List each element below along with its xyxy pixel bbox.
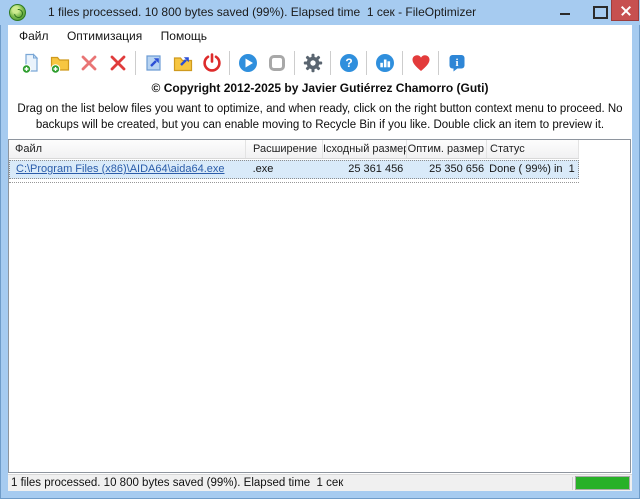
column-header-status[interactable]: Статус: [487, 140, 579, 158]
options-gear-icon: [303, 53, 322, 72]
cell-optimized-size: 25 350 656: [429, 163, 485, 175]
row-divider: [9, 182, 579, 183]
about-button[interactable]: i: [442, 49, 471, 76]
add-folder-icon: [50, 56, 69, 74]
about-info-icon: i: [449, 54, 464, 71]
cell-status: Done ( 99%) in 1: [489, 163, 575, 175]
open-folder-icon: [173, 56, 192, 71]
add-folder-button[interactable]: [45, 49, 74, 76]
stop-button[interactable]: [262, 49, 291, 76]
statusbar-divider: [572, 477, 573, 490]
column-header-file[interactable]: Файл: [9, 140, 246, 158]
status-text: 1 files processed. 10 800 bytes saved (9…: [11, 477, 344, 489]
close-icon[interactable]: [611, 0, 639, 21]
table-row[interactable]: C:\Program Files (x86)\AIDA64\aida64.exe…: [9, 160, 579, 179]
optimize-button[interactable]: [233, 49, 262, 76]
menu-optimization[interactable]: Оптимизация: [60, 25, 149, 43]
cell-extension: .exe: [252, 163, 274, 175]
cell-original-size: 25 361 456: [348, 163, 404, 175]
help-icon: ?: [339, 53, 358, 72]
open-folder-button[interactable]: [168, 49, 197, 76]
remove-all-icon: [110, 55, 125, 70]
toolbar-separator: [402, 50, 403, 75]
remove-entry-button[interactable]: [74, 49, 103, 76]
maximize-icon[interactable]: [588, 0, 610, 21]
column-header-original-size[interactable]: Iсходный размер: [323, 140, 407, 158]
file-list[interactable]: Файл Расширение Iсходный размер Оптим. р…: [8, 139, 631, 473]
statistics-icon: [375, 53, 394, 72]
svg-text:?: ?: [345, 56, 352, 70]
minimize-icon[interactable]: [554, 0, 576, 21]
open-file-button[interactable]: [139, 49, 168, 76]
options-button[interactable]: [298, 49, 327, 76]
exit-button[interactable]: [197, 49, 226, 76]
file-path-link[interactable]: C:\Program Files (x86)\AIDA64\aida64.exe: [16, 163, 224, 175]
copyright-label: © Copyright 2012-2025 by Javier Gutiérre…: [151, 81, 489, 95]
add-files-button[interactable]: [16, 49, 45, 76]
remove-all-button[interactable]: [103, 49, 132, 76]
stop-icon: [268, 54, 285, 71]
toolbar-separator: [366, 50, 367, 75]
list-header: Файл Расширение Iсходный размер Оптим. р…: [9, 140, 579, 159]
menu-file[interactable]: Файл: [12, 25, 56, 43]
menu-bar: Файл Оптимизация Помощь: [8, 25, 632, 47]
svg-text:i: i: [455, 56, 458, 68]
window-title: 1 files processed. 10 800 bytes saved (9…: [48, 5, 477, 19]
toolbar-separator: [294, 50, 295, 75]
column-header-optimized-size[interactable]: Оптим. размер: [407, 140, 487, 158]
optimize-play-icon: [238, 53, 257, 72]
toolbar-separator: [330, 50, 331, 75]
status-bar: 1 files processed. 10 800 bytes saved (9…: [8, 474, 632, 491]
fileoptimizer-logo-icon: [9, 4, 26, 21]
open-file-icon: [145, 54, 161, 71]
toolbar: ? i: [8, 47, 632, 78]
exit-power-icon: [202, 52, 221, 72]
column-header-extension[interactable]: Расширение: [246, 140, 323, 158]
donate-heart-icon: [412, 54, 429, 71]
titlebar[interactable]: 1 files processed. 10 800 bytes saved (9…: [0, 0, 640, 25]
toolbar-separator: [229, 50, 230, 75]
progress-bar: [575, 476, 630, 490]
remove-entry-icon: [81, 55, 96, 70]
cell-file: C:\Program Files (x86)\AIDA64\aida64.exe: [10, 161, 246, 178]
help-button[interactable]: ?: [334, 49, 363, 76]
menu-help[interactable]: Помощь: [154, 25, 214, 43]
donate-button[interactable]: [406, 49, 435, 76]
instructions-label: Drag on the list below files you want to…: [17, 103, 623, 132]
toolbar-separator: [135, 50, 136, 75]
fileoptimizer-window: { "window": { "title": "1 files processe…: [0, 0, 640, 499]
toolbar-separator: [438, 50, 439, 75]
client-area: Файл Оптимизация Помощь ? i © Copyright …: [8, 25, 632, 491]
statistics-button[interactable]: [370, 49, 399, 76]
add-files-icon: [21, 52, 38, 74]
